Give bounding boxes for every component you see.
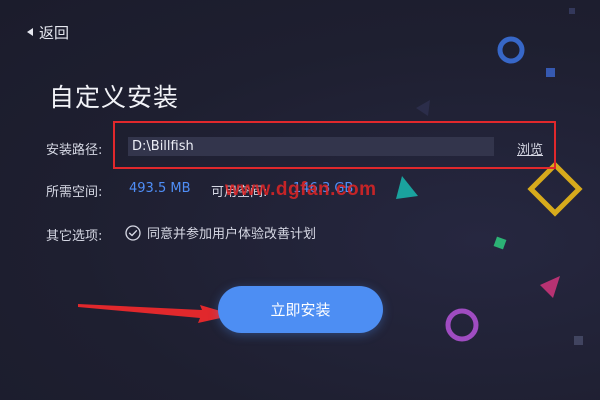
deco-blue-square — [546, 68, 555, 77]
deco-purple-ring — [445, 308, 479, 342]
available-space-value: 146.3 GB — [293, 181, 354, 196]
deco-faint-triangle — [416, 100, 430, 116]
back-label: 返回 — [39, 23, 70, 42]
deco-teal-triangle — [396, 176, 418, 199]
deco-small-square — [569, 8, 575, 14]
agree-checkbox[interactable]: 同意并参加用户体验改善计划 — [125, 223, 316, 242]
red-arrow-icon — [78, 304, 234, 323]
deco-yellow-diamond — [527, 161, 583, 217]
background-decoration — [396, 8, 583, 345]
install-path-label: 安装路径: — [46, 143, 103, 158]
agree-label: 同意并参加用户体验改善计划 — [147, 227, 317, 242]
deco-grey-square — [574, 336, 583, 345]
other-options-label: 其它选项: — [46, 229, 103, 244]
check-circle-icon — [125, 224, 141, 241]
install-path-input[interactable] — [128, 137, 494, 156]
deco-pink-triangle — [540, 276, 560, 298]
browse-link[interactable]: 浏览 — [517, 139, 543, 158]
required-space-label: 所需空间: — [46, 185, 103, 200]
chevron-left-icon — [27, 28, 33, 36]
install-now-button[interactable]: 立即安装 — [218, 286, 383, 333]
required-space-value: 493.5 MB — [129, 181, 191, 196]
deco-green-square — [493, 236, 507, 250]
available-space-label: 可用空间: — [211, 185, 268, 200]
deco-blue-ring — [497, 36, 525, 64]
page-title: 自定义安装 — [49, 83, 180, 112]
back-button[interactable]: 返回 — [27, 22, 69, 42]
installer-window: 返回 自定义安装 安装路径: 浏览 所需空间: 493.5 MB 可用空间: 1… — [0, 0, 600, 400]
